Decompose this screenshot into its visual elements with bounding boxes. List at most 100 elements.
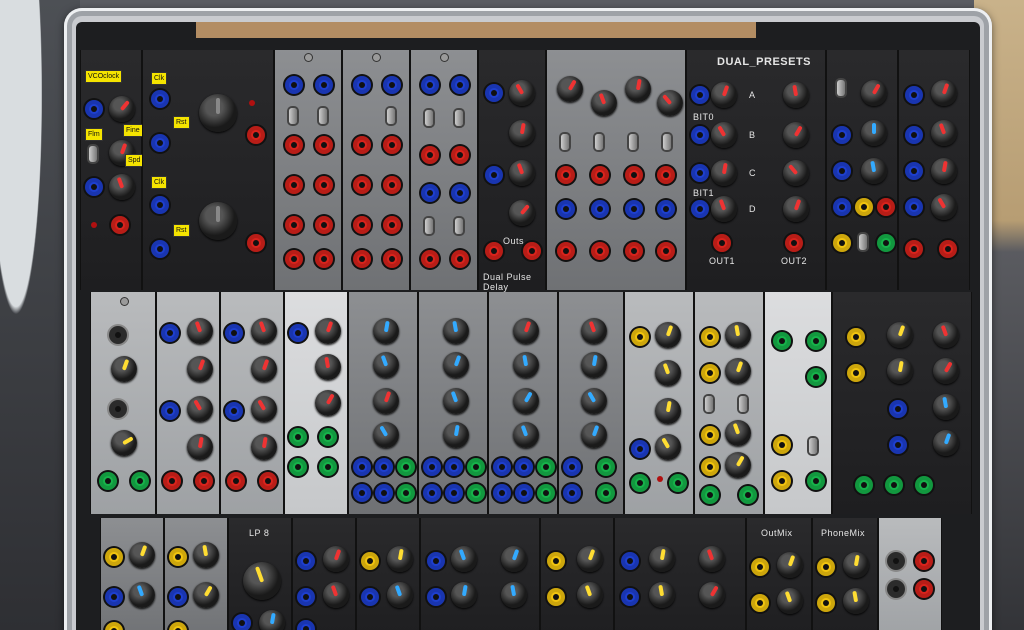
knob[interactable] (109, 174, 135, 200)
knob[interactable] (581, 318, 607, 344)
knob[interactable] (581, 388, 607, 414)
jack[interactable] (773, 436, 791, 454)
jack[interactable] (739, 486, 757, 504)
jack[interactable] (227, 472, 245, 490)
jack[interactable] (701, 364, 719, 382)
jack[interactable] (885, 476, 903, 494)
jack[interactable] (563, 458, 581, 476)
jack[interactable] (445, 484, 463, 502)
knob[interactable] (443, 318, 469, 344)
toggle-switch[interactable] (289, 108, 297, 124)
knob[interactable] (109, 96, 135, 122)
knob[interactable] (725, 358, 751, 384)
knob[interactable] (699, 582, 725, 608)
jack[interactable] (657, 166, 675, 184)
jack[interactable] (621, 588, 639, 606)
jack[interactable] (169, 548, 187, 566)
knob[interactable] (577, 582, 603, 608)
knob[interactable] (783, 160, 809, 186)
knob[interactable] (199, 94, 237, 132)
knob[interactable] (199, 202, 237, 240)
jack[interactable] (151, 196, 169, 214)
knob[interactable] (777, 552, 803, 578)
knob[interactable] (443, 422, 469, 448)
knob[interactable] (699, 546, 725, 572)
jack[interactable] (421, 146, 439, 164)
jack[interactable] (109, 400, 127, 418)
jack[interactable] (163, 472, 181, 490)
jack[interactable] (855, 476, 873, 494)
jack[interactable] (423, 484, 441, 502)
jack[interactable] (297, 588, 315, 606)
jack[interactable] (847, 364, 865, 382)
jack[interactable] (383, 250, 401, 268)
knob[interactable] (581, 352, 607, 378)
knob[interactable] (323, 546, 349, 572)
jack[interactable] (915, 476, 933, 494)
jack[interactable] (421, 184, 439, 202)
jack[interactable] (315, 76, 333, 94)
knob[interactable] (887, 322, 913, 348)
knob[interactable] (251, 434, 277, 460)
knob[interactable] (323, 582, 349, 608)
jack[interactable] (375, 458, 393, 476)
jack[interactable] (353, 136, 371, 154)
jack[interactable] (493, 458, 511, 476)
jack[interactable] (289, 458, 307, 476)
jack[interactable] (557, 242, 575, 260)
knob[interactable] (711, 160, 737, 186)
knob[interactable] (655, 434, 681, 460)
knob[interactable] (373, 318, 399, 344)
jack[interactable] (691, 200, 709, 218)
jack[interactable] (773, 472, 791, 490)
jack[interactable] (625, 166, 643, 184)
jack[interactable] (915, 580, 933, 598)
knob[interactable] (783, 196, 809, 222)
knob[interactable] (251, 318, 277, 344)
jack[interactable] (591, 200, 609, 218)
knob[interactable] (711, 196, 737, 222)
jack[interactable] (625, 200, 643, 218)
knob[interactable] (933, 322, 959, 348)
jack[interactable] (515, 484, 533, 502)
toggle-switch[interactable] (387, 108, 395, 124)
knob[interactable] (513, 318, 539, 344)
jack[interactable] (547, 552, 565, 570)
jack[interactable] (751, 558, 769, 576)
knob[interactable] (509, 160, 535, 186)
jack[interactable] (833, 234, 851, 252)
jack[interactable] (225, 402, 243, 420)
knob[interactable] (861, 158, 887, 184)
knob[interactable] (887, 358, 913, 384)
jack[interactable] (151, 90, 169, 108)
knob[interactable] (577, 546, 603, 572)
jack[interactable] (485, 242, 503, 260)
jack[interactable] (353, 176, 371, 194)
jack[interactable] (657, 200, 675, 218)
jack[interactable] (915, 552, 933, 570)
jack[interactable] (151, 134, 169, 152)
jack[interactable] (315, 250, 333, 268)
jack[interactable] (285, 176, 303, 194)
jack[interactable] (597, 458, 615, 476)
jack[interactable] (547, 588, 565, 606)
knob[interactable] (783, 122, 809, 148)
knob[interactable] (193, 582, 219, 608)
knob[interactable] (315, 318, 341, 344)
knob[interactable] (933, 358, 959, 384)
jack[interactable] (701, 458, 719, 476)
jack[interactable] (427, 588, 445, 606)
knob[interactable] (625, 76, 651, 102)
toggle-switch[interactable] (455, 218, 463, 234)
jack[interactable] (247, 234, 265, 252)
jack[interactable] (833, 126, 851, 144)
jack[interactable] (467, 484, 485, 502)
knob[interactable] (931, 158, 957, 184)
knob[interactable] (501, 582, 527, 608)
toggle-switch[interactable] (561, 134, 569, 150)
knob[interactable] (931, 80, 957, 106)
jack[interactable] (877, 198, 895, 216)
jack[interactable] (751, 594, 769, 612)
jack[interactable] (485, 84, 503, 102)
knob[interactable] (933, 430, 959, 456)
